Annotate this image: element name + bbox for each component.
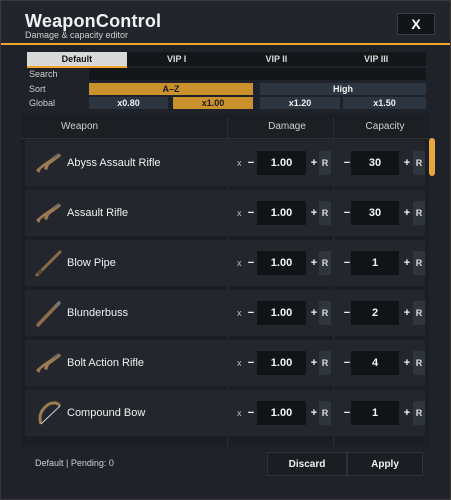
weapon-name: Blunderbuss — [67, 307, 129, 319]
capacity-reset-button[interactable]: R — [413, 201, 425, 225]
multiplier-x-label: x — [237, 258, 242, 268]
bow-icon — [38, 401, 62, 425]
capacity-value[interactable]: 1 — [351, 401, 399, 425]
close-button[interactable]: X — [397, 13, 435, 35]
damage-value[interactable]: 1.00 — [257, 401, 306, 425]
table-row: Blow Pipe x −1.00 + R −1 + R — [25, 240, 425, 286]
capacity-value[interactable]: 30 — [351, 201, 399, 225]
window-title: WeaponControl — [25, 11, 162, 31]
weapon-name: Assault Rifle — [67, 207, 129, 219]
capacity-reset-button[interactable]: R — [413, 251, 425, 275]
multiplier-x-label: x — [237, 158, 242, 168]
damage-decrease-button[interactable]: − — [245, 151, 257, 175]
capacity-increase-button[interactable]: + — [401, 351, 413, 375]
global-x150-button[interactable]: x1.50 — [343, 97, 426, 109]
tab-vip-2[interactable]: VIP II — [227, 52, 327, 66]
weapon-column-header: Weapon — [61, 121, 99, 132]
capacity-reset-button[interactable]: R — [413, 401, 425, 425]
capacity-increase-button[interactable]: + — [401, 251, 413, 275]
capacity-reset-button[interactable]: R — [413, 151, 425, 175]
search-input[interactable] — [89, 68, 426, 80]
damage-value[interactable]: 1.00 — [257, 301, 306, 325]
capacity-reset-button[interactable]: R — [413, 351, 425, 375]
table-row: Abyss Assault Rifle x −1.00 + R −30 + R — [25, 140, 425, 186]
rifle-icon — [36, 153, 61, 173]
damage-value[interactable]: 1.00 — [257, 351, 306, 375]
capacity-value[interactable]: 4 — [351, 351, 399, 375]
rifle-icon — [36, 203, 61, 223]
global-x080-button[interactable]: x0.80 — [89, 97, 168, 109]
damage-decrease-button[interactable]: − — [245, 251, 257, 275]
damage-decrease-button[interactable]: − — [245, 351, 257, 375]
damage-value[interactable]: 1.00 — [257, 251, 306, 275]
tab-vip-3[interactable]: VIP III — [326, 52, 426, 66]
capacity-value[interactable]: 1 — [351, 251, 399, 275]
rifle-icon — [36, 353, 61, 373]
weapon-control-window: WeaponControl Damage & capacity editor X… — [0, 0, 451, 500]
capacity-increase-button[interactable]: + — [401, 201, 413, 225]
sort-high-button[interactable]: High — [260, 83, 426, 95]
weapon-name: Compound Bow — [67, 407, 146, 419]
table-row: Blunderbuss x −1.00 + R −2 + R — [25, 290, 425, 336]
search-row: Search — [27, 68, 426, 80]
damage-decrease-button[interactable]: − — [245, 401, 257, 425]
blowpipe-icon — [35, 250, 62, 277]
global-x120-button[interactable]: x1.20 — [260, 97, 340, 109]
tier-tabs: Default VIP I VIP II VIP III — [27, 52, 426, 68]
damage-reset-button[interactable]: R — [319, 301, 331, 325]
damage-reset-button[interactable]: R — [319, 251, 331, 275]
capacity-increase-button[interactable]: + — [401, 301, 413, 325]
global-x100-button[interactable]: x1.00 — [173, 97, 253, 109]
damage-decrease-button[interactable]: − — [245, 301, 257, 325]
damage-reset-button[interactable]: R — [319, 351, 331, 375]
tab-vip-1[interactable]: VIP I — [127, 52, 227, 66]
status-text: Default | Pending: 0 — [35, 458, 114, 468]
capacity-value[interactable]: 30 — [351, 151, 399, 175]
capacity-reset-button[interactable]: R — [413, 301, 425, 325]
weapon-table: Weapon Damage Capacity Abyss Assault Rif… — [21, 113, 429, 447]
damage-value[interactable]: 1.00 — [257, 151, 306, 175]
global-label: Global — [29, 98, 56, 108]
scrollbar-thumb[interactable] — [429, 138, 435, 176]
multiplier-x-label: x — [237, 408, 242, 418]
window-header: WeaponControl Damage & capacity editor X — [1, 1, 450, 45]
sort-az-button[interactable]: A–Z — [89, 83, 253, 95]
multiplier-x-label: x — [237, 358, 242, 368]
damage-value[interactable]: 1.00 — [257, 201, 306, 225]
multiplier-x-label: x — [237, 308, 242, 318]
capacity-increase-button[interactable]: + — [401, 151, 413, 175]
search-label: Search — [29, 69, 58, 79]
damage-column-header: Damage — [268, 121, 306, 132]
table-row: Assault Rifle x −1.00 + R −30 + R — [25, 190, 425, 236]
damage-reset-button[interactable]: R — [319, 201, 331, 225]
sort-label: Sort — [29, 84, 46, 94]
weapon-name: Abyss Assault Rifle — [67, 157, 161, 169]
global-row: Global x0.80 x1.00 x1.20 x1.50 — [27, 97, 426, 109]
window-subtitle: Damage & capacity editor — [25, 30, 129, 40]
weapon-name: Bolt Action Rifle — [67, 357, 145, 369]
tab-default[interactable]: Default — [27, 52, 127, 68]
table-row: Compound Bow x −1.00 + R −1 + R — [25, 390, 425, 436]
multiplier-x-label: x — [237, 208, 242, 218]
sort-row: Sort A–Z High — [27, 83, 426, 95]
damage-reset-button[interactable]: R — [319, 151, 331, 175]
capacity-column-header: Capacity — [365, 121, 405, 132]
damage-reset-button[interactable]: R — [319, 401, 331, 425]
table-header: Weapon Damage Capacity — [21, 113, 429, 139]
apply-button[interactable]: Apply — [347, 452, 423, 476]
capacity-increase-button[interactable]: + — [401, 401, 413, 425]
weapon-name: Blow Pipe — [67, 257, 116, 269]
table-row: Bolt Action Rifle x −1.00 + R −4 + R — [25, 340, 425, 386]
capacity-value[interactable]: 2 — [351, 301, 399, 325]
damage-decrease-button[interactable]: − — [245, 201, 257, 225]
discard-button[interactable]: Discard — [267, 452, 347, 476]
shotgun-icon — [36, 300, 62, 327]
